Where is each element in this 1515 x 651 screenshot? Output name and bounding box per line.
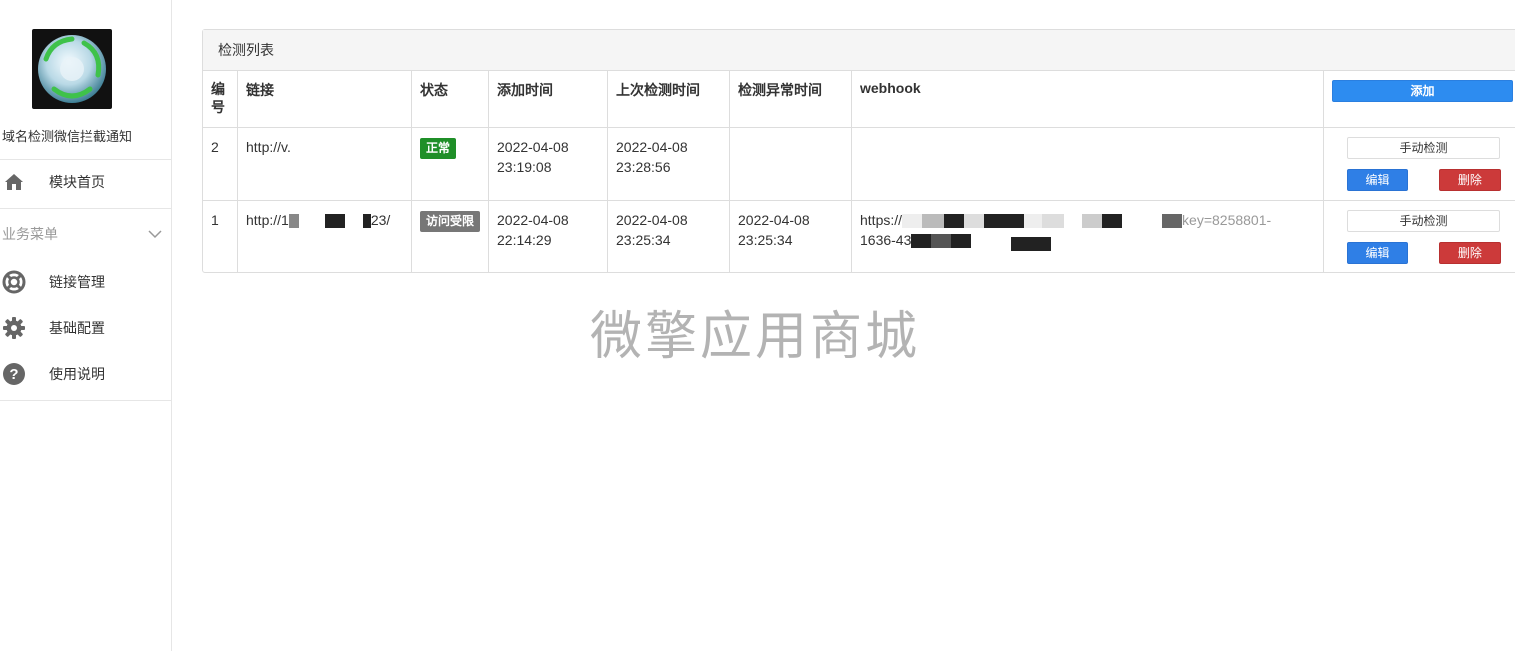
sidebar-item-label: 基础配置 bbox=[49, 320, 105, 336]
cell-last-check-time: 2022-04-08 23:28:56 bbox=[607, 127, 730, 201]
divider bbox=[0, 208, 171, 209]
group-title-label: 业务菜单 bbox=[2, 226, 58, 242]
cell-last-check-time: 2022-04-08 23:25:34 bbox=[607, 200, 730, 273]
cell-error-time bbox=[729, 127, 852, 201]
cell-actions: 手动检测 编辑 删除 bbox=[1324, 201, 1515, 274]
redaction-block bbox=[911, 234, 932, 249]
col-header-webhook: webhook bbox=[851, 71, 1324, 128]
home-icon bbox=[1, 169, 27, 195]
redaction-block bbox=[288, 214, 299, 229]
add-button[interactable]: 添加 bbox=[1332, 80, 1513, 102]
cell-link: http://1 23/ bbox=[237, 200, 412, 273]
cell-error-time: 2022-04-08 23:25:34 bbox=[729, 200, 852, 273]
sidebar-item-label: 模块首页 bbox=[49, 174, 105, 190]
table-row: 2 http://v. 正常 2022-04-08 23:19:08 2022-… bbox=[203, 127, 1515, 201]
watermark: 微擎应用商城 bbox=[590, 308, 921, 366]
sidebar: 域名检测微信拦截通知 模块首页 业务菜单 链接管理 基础配置 ? 使用说明 bbox=[0, 0, 172, 651]
col-header-added-time: 添加时间 bbox=[488, 71, 608, 128]
sidebar-item-link-management[interactable]: 链接管理 bbox=[0, 264, 171, 300]
status-badge: 访问受限 bbox=[420, 211, 480, 232]
app-logo bbox=[32, 29, 112, 109]
cell-webhook: https://key=8258801- 1636-43 bbox=[851, 200, 1324, 273]
sidebar-group-business-menu[interactable]: 业务菜单 bbox=[2, 224, 162, 244]
sidebar-item-home[interactable]: 模块首页 bbox=[0, 164, 171, 200]
redaction-block bbox=[362, 214, 371, 229]
redaction-block bbox=[902, 214, 923, 229]
gear-icon bbox=[1, 315, 27, 341]
col-header-actions: 添加 bbox=[1323, 71, 1515, 128]
status-badge: 正常 bbox=[420, 138, 457, 159]
col-header-status: 状态 bbox=[411, 71, 489, 128]
question-icon: ? bbox=[1, 361, 27, 387]
col-header-link: 链接 bbox=[237, 71, 412, 128]
cell-added-time: 2022-04-08 23:19:08 bbox=[488, 127, 608, 201]
cell-added-time: 2022-04-08 22:14:29 bbox=[488, 200, 608, 273]
app-name: 域名检测微信拦截通知 bbox=[2, 129, 133, 144]
detection-table: 编号 链接 状态 添加时间 上次检测时间 检测异常时间 webhook 添加 2… bbox=[203, 71, 1515, 273]
manual-check-button[interactable]: 手动检测 bbox=[1347, 210, 1500, 232]
cell-id: 2 bbox=[203, 127, 238, 201]
edit-button[interactable]: 编辑 bbox=[1347, 242, 1408, 264]
sidebar-item-label: 使用说明 bbox=[49, 366, 105, 382]
chevron-down-icon bbox=[148, 226, 162, 242]
sidebar-item-label: 链接管理 bbox=[49, 274, 105, 290]
lifebuoy-icon bbox=[1, 269, 27, 295]
svg-text:?: ? bbox=[9, 366, 18, 383]
detection-list-panel: 检测列表 编号 链接 状态 添加时间 上次检测时间 检测异常时间 webhook… bbox=[202, 29, 1515, 273]
sidebar-item-usage-guide[interactable]: ? 使用说明 bbox=[0, 356, 171, 392]
divider bbox=[0, 400, 171, 401]
manual-check-button[interactable]: 手动检测 bbox=[1347, 137, 1500, 159]
cell-link: http://v. bbox=[237, 127, 412, 201]
cell-status: 访问受限 bbox=[411, 200, 489, 273]
table-header-row: 编号 链接 状态 添加时间 上次检测时间 检测异常时间 webhook 添加 bbox=[203, 71, 1515, 128]
redaction-block bbox=[324, 214, 345, 229]
cell-webhook bbox=[851, 127, 1324, 201]
cell-actions: 手动检测 编辑 删除 bbox=[1323, 127, 1515, 201]
col-header-id: 编号 bbox=[203, 71, 238, 128]
col-header-last-check-time: 上次检测时间 bbox=[607, 71, 730, 128]
table-row: 1 http://1 23/ 访问受限 2022-04-08 22:14:29 2… bbox=[203, 200, 1515, 274]
cell-status: 正常 bbox=[411, 127, 489, 201]
panel-title: 检测列表 bbox=[203, 30, 1515, 71]
edit-button[interactable]: 编辑 bbox=[1347, 169, 1408, 191]
col-header-error-time: 检测异常时间 bbox=[729, 71, 852, 128]
divider bbox=[0, 159, 171, 160]
sidebar-item-basic-config[interactable]: 基础配置 bbox=[0, 310, 171, 346]
cell-id: 1 bbox=[203, 200, 238, 273]
delete-button[interactable]: 删除 bbox=[1438, 242, 1501, 264]
delete-button[interactable]: 删除 bbox=[1438, 169, 1501, 191]
